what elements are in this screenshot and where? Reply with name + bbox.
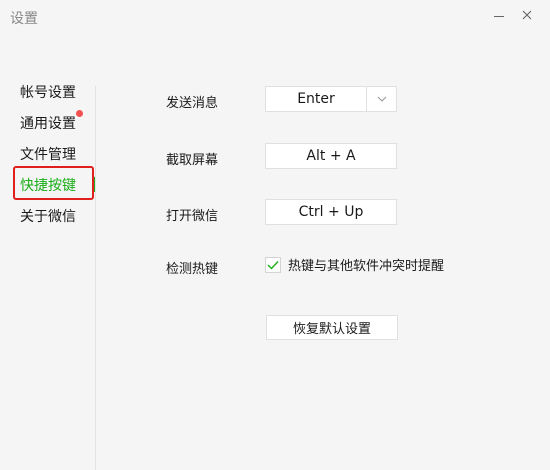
open-wechat-hotkey-field[interactable]: Ctrl + Up bbox=[265, 199, 397, 225]
sidebar-item-label: 文件管理 bbox=[20, 146, 76, 163]
sidebar-item-account[interactable]: 帐号设置 bbox=[0, 76, 96, 107]
chevron-down-icon bbox=[377, 96, 386, 102]
sidebar: 帐号设置 通用设置 文件管理 快捷按键 关于微信 bbox=[0, 76, 96, 231]
sidebar-item-label: 关于微信 bbox=[20, 208, 76, 225]
sidebar-item-files[interactable]: 文件管理 bbox=[0, 138, 96, 169]
sidebar-item-label-wrap: 通用设置 bbox=[20, 109, 83, 133]
detect-hotkey-label: 检测热键 bbox=[166, 262, 219, 277]
hotkey-conflict-checkbox-row[interactable]: 热键与其他软件冲突时提醒 bbox=[265, 255, 444, 274]
sidebar-divider bbox=[95, 86, 96, 470]
hotkey-conflict-checkbox-label: 热键与其他软件冲突时提醒 bbox=[288, 259, 445, 274]
screenshot-hotkey-field[interactable]: Alt + A bbox=[265, 143, 397, 169]
screenshot-label: 截取屏幕 bbox=[166, 153, 219, 168]
window-controls bbox=[486, 4, 540, 26]
send-message-select[interactable]: Enter bbox=[265, 86, 397, 112]
restore-default-button[interactable]: 恢复默认设置 bbox=[266, 315, 398, 340]
window-title: 设置 bbox=[10, 11, 38, 27]
sidebar-item-label: 快捷按键 bbox=[20, 177, 76, 194]
send-message-value: Enter bbox=[297, 91, 335, 107]
sidebar-item-label: 帐号设置 bbox=[20, 84, 76, 101]
hotkey-conflict-checkbox[interactable] bbox=[265, 256, 281, 273]
sidebar-item-label: 通用设置 bbox=[20, 115, 76, 132]
send-message-label: 发送消息 bbox=[166, 96, 219, 111]
sidebar-item-general[interactable]: 通用设置 bbox=[0, 107, 96, 138]
settings-window: 设置 帐号设置 通用设置 文件管理 快捷按键 关于微信 发送消息 Enter 截… bbox=[0, 0, 550, 470]
sidebar-item-shortcuts[interactable]: 快捷按键 bbox=[0, 169, 96, 200]
sidebar-item-about[interactable]: 关于微信 bbox=[0, 200, 96, 231]
minimize-button[interactable] bbox=[486, 4, 512, 26]
close-button[interactable] bbox=[514, 4, 540, 26]
checkmark-icon bbox=[267, 260, 279, 270]
minimize-icon bbox=[494, 15, 504, 17]
open-wechat-label: 打开微信 bbox=[166, 209, 219, 224]
close-icon bbox=[522, 10, 532, 20]
dropdown-toggle[interactable] bbox=[366, 87, 396, 111]
notification-dot bbox=[76, 109, 83, 117]
